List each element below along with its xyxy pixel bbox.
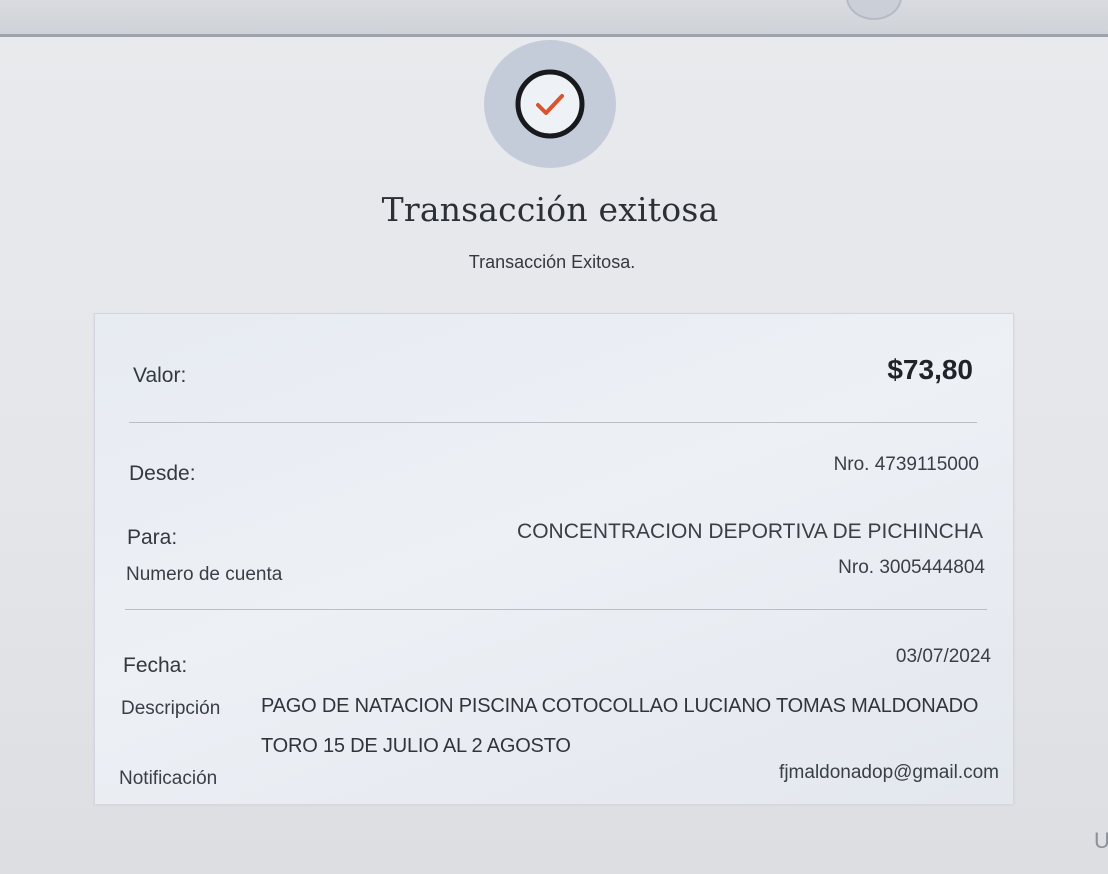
descripcion-value: PAGO DE NATACION PISCINA COTOCOLLAO LUCI… <box>261 695 979 757</box>
cuenta-value: Nro. 3005444804 <box>838 557 985 578</box>
page-title: Transacción exitosa <box>381 190 719 229</box>
success-badge <box>484 40 616 168</box>
check-circle-icon <box>515 69 585 139</box>
para-value: CONCENTRACION DEPORTIVA DE PICHINCHA <box>517 520 983 543</box>
avatar[interactable] <box>846 0 902 20</box>
desde-label: Desde: <box>129 462 196 485</box>
edge-text: U <box>1094 828 1108 853</box>
desde-value: Nro. 4739115000 <box>833 454 979 475</box>
valor-label: Valor: <box>133 364 187 387</box>
fecha-value: 03/07/2024 <box>895 646 991 667</box>
receipt-card: Valor: $73,80 Desde: Nro. 4739115000 Par… <box>94 313 1014 804</box>
notificacion-value: fjmaldonadop@gmail.com <box>779 762 999 783</box>
divider <box>129 422 977 423</box>
top-bar <box>0 0 1108 37</box>
notificacion-label: Notificación <box>119 768 218 789</box>
cuenta-label: Numero de cuenta <box>126 564 283 585</box>
page-subtitle: Transacción Exitosa. <box>468 252 636 272</box>
para-label: Para: <box>127 526 178 549</box>
valor-amount: $73,80 <box>887 354 973 385</box>
descripcion-label: Descripción <box>121 698 221 719</box>
divider <box>125 609 987 610</box>
fecha-label: Fecha: <box>123 654 188 677</box>
